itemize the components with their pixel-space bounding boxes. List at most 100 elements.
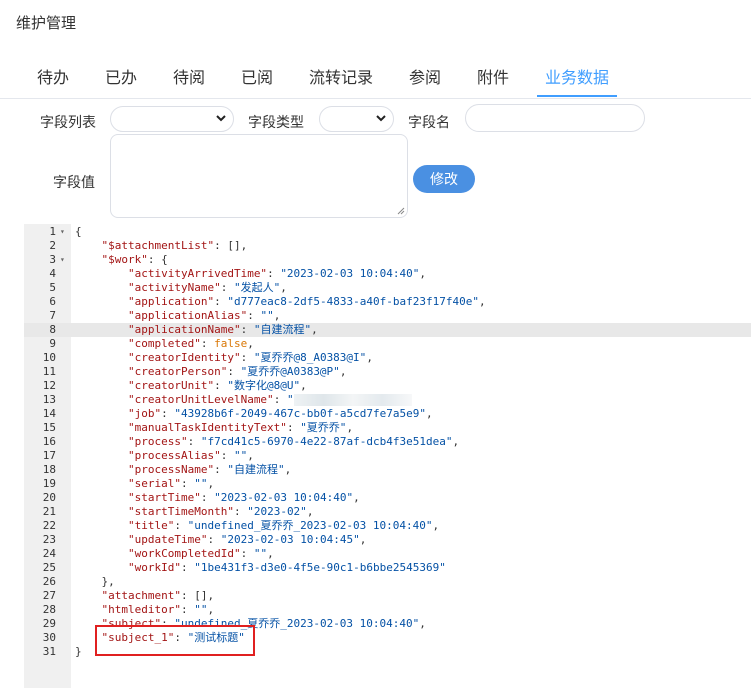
code-text: { bbox=[75, 225, 82, 239]
field-type-select[interactable] bbox=[319, 106, 394, 132]
code-line[interactable]: 21 "startTimeMonth": "2023-02", bbox=[24, 505, 751, 519]
tab-attachments[interactable]: 附件 bbox=[477, 64, 509, 88]
tab-to-read[interactable]: 待阅 bbox=[173, 64, 205, 88]
json-punctuation: , bbox=[346, 421, 354, 434]
json-punctuation: }, bbox=[75, 575, 115, 588]
json-string: "2023-02-03 10:04:40" bbox=[214, 491, 354, 504]
code-line[interactable]: 11 "creatorPerson": "夏乔乔@A0383@P", bbox=[24, 365, 751, 379]
code-line[interactable]: 5 "activityName": "发起人", bbox=[24, 281, 751, 295]
code-line[interactable]: 12 "creatorUnit": "数字化@8@U", bbox=[24, 379, 751, 393]
json-punctuation: , bbox=[339, 365, 347, 378]
line-number: 31 bbox=[42, 645, 56, 658]
code-line[interactable]: 15 "manualTaskIdentityText": "夏乔乔", bbox=[24, 421, 751, 435]
code-line[interactable]: 20 "startTime": "2023-02-03 10:04:40", bbox=[24, 491, 751, 505]
fold-toggle-icon[interactable]: ▾ bbox=[60, 225, 65, 239]
json-punctuation bbox=[75, 421, 128, 434]
json-punctuation bbox=[75, 323, 128, 336]
json-punctuation: , bbox=[479, 295, 486, 308]
json-punctuation: : bbox=[220, 449, 234, 462]
line-number: 30 bbox=[42, 631, 56, 644]
json-punctuation: : bbox=[227, 365, 241, 378]
json-punctuation bbox=[75, 449, 128, 462]
json-punctuation bbox=[75, 603, 102, 616]
json-punctuation bbox=[75, 561, 128, 574]
json-punctuation: : bbox=[200, 491, 215, 504]
code-line[interactable]: 3 ▾ "$work": { bbox=[24, 253, 751, 267]
modify-button[interactable]: 修改 bbox=[413, 165, 475, 193]
json-key: "workId" bbox=[127, 561, 181, 574]
json-string: "数字化@8@U" bbox=[227, 379, 301, 392]
tab-todo[interactable]: 待办 bbox=[37, 64, 69, 88]
code-text: "process": "f7cd41c5-6970-4e22-87af-dcb4… bbox=[75, 435, 459, 449]
json-key: "attachment" bbox=[101, 589, 181, 602]
code-line[interactable]: 1 ▾ { bbox=[24, 225, 751, 239]
code-text: "startTime": "2023-02-03 10:04:40", bbox=[75, 491, 360, 505]
code-line[interactable]: 9 "completed": false, bbox=[24, 337, 751, 351]
json-punctuation: : bbox=[187, 435, 201, 448]
code-line[interactable]: 24 "workCompletedId": "", bbox=[24, 547, 751, 561]
code-text: } bbox=[75, 645, 82, 659]
json-punctuation: , bbox=[273, 309, 281, 322]
field-list-label: 字段列表 bbox=[40, 114, 96, 130]
code-line[interactable]: 27 "attachment": [], bbox=[24, 589, 751, 603]
field-name-input[interactable] bbox=[465, 104, 645, 132]
json-editor[interactable]: 1 ▾{2 "$attachmentList": [], 3 ▾ "$work": {… bbox=[24, 224, 751, 688]
code-line[interactable]: 2 "$attachmentList": [], bbox=[24, 239, 751, 253]
field-value-textarea[interactable] bbox=[110, 134, 408, 218]
line-number: 17 bbox=[42, 449, 56, 462]
json-punctuation: : bbox=[267, 267, 281, 280]
tab-reference[interactable]: 参阅 bbox=[409, 64, 441, 88]
json-punctuation: : bbox=[214, 379, 228, 392]
code-text: "creatorUnit": "数字化@8@U", bbox=[75, 379, 307, 393]
code-line[interactable]: 8 "applicationName": "自建流程", bbox=[24, 323, 751, 337]
code-line[interactable]: 10 "creatorIdentity": "夏乔乔@8_A0383@I", bbox=[24, 351, 751, 365]
code-line[interactable]: 22 "title": "undefined_夏乔乔_2023-02-03 10… bbox=[24, 519, 751, 533]
json-punctuation: } bbox=[75, 645, 82, 658]
code-line[interactable]: 28 "htmleditor": "", bbox=[24, 603, 751, 617]
line-number: 28 bbox=[42, 603, 56, 616]
json-key: "applicationName" bbox=[127, 323, 241, 336]
json-string: "" bbox=[260, 309, 274, 322]
json-punctuation: , bbox=[300, 379, 307, 392]
line-number: 4 bbox=[49, 267, 56, 280]
json-punctuation: : bbox=[180, 561, 195, 574]
code-text: "creatorIdentity": "夏乔乔@8_A0383@I", bbox=[75, 351, 373, 365]
line-number: 13 bbox=[42, 393, 56, 406]
field-list-select[interactable] bbox=[110, 106, 234, 132]
json-string: " bbox=[286, 393, 294, 406]
line-number: 15 bbox=[42, 421, 56, 434]
json-punctuation: : bbox=[240, 547, 254, 560]
tab-read[interactable]: 已阅 bbox=[241, 64, 273, 88]
json-punctuation: : { bbox=[147, 253, 168, 266]
line-number: 20 bbox=[42, 491, 56, 504]
code-text: "updateTime": "2023-02-03 10:04:45", bbox=[75, 533, 366, 547]
json-punctuation: , bbox=[247, 337, 254, 350]
code-line[interactable]: 19 "serial": "", bbox=[24, 477, 751, 491]
tab-business-data[interactable]: 业务数据 bbox=[545, 64, 609, 88]
code-line[interactable]: 14 "job": "43928b6f-2049-467c-bb0f-a5cd7… bbox=[24, 407, 751, 421]
code-line[interactable]: 17 "processAlias": "", bbox=[24, 449, 751, 463]
code-line[interactable]: 16 "process": "f7cd41c5-6970-4e22-87af-d… bbox=[24, 435, 751, 449]
code-line[interactable]: 4 "activityArrivedTime": "2023-02-03 10:… bbox=[24, 267, 751, 281]
code-line[interactable]: 7 "applicationAlias": "", bbox=[24, 309, 751, 323]
line-number: 3 bbox=[49, 253, 56, 266]
tab-flow-records[interactable]: 流转记录 bbox=[309, 64, 373, 88]
code-line[interactable]: 26 }, bbox=[24, 575, 751, 589]
code-line[interactable]: 18 "processName": "自建流程", bbox=[24, 463, 751, 477]
resize-grip-icon[interactable] bbox=[397, 207, 405, 215]
json-key: "creatorUnit" bbox=[127, 379, 215, 392]
json-key: "applicationAlias" bbox=[127, 309, 248, 322]
tab-done[interactable]: 已办 bbox=[105, 64, 137, 88]
code-line[interactable]: 25 "workId": "1be431f3-d3e0-4f5e-90c1-b6… bbox=[24, 561, 751, 575]
json-punctuation: , bbox=[353, 491, 360, 504]
line-number: 2 bbox=[49, 239, 56, 252]
json-punctuation: : bbox=[207, 533, 221, 546]
fold-toggle-icon[interactable]: ▾ bbox=[60, 253, 65, 267]
field-name-label: 字段名 bbox=[408, 114, 450, 130]
code-line[interactable]: 6 "application": "d777eac8-2df5-4833-a40… bbox=[24, 295, 751, 309]
line-number: 5 bbox=[49, 281, 56, 294]
json-punctuation: : [], bbox=[214, 239, 248, 252]
code-line[interactable]: 23 "updateTime": "2023-02-03 10:04:45", bbox=[24, 533, 751, 547]
code-line[interactable]: 13 "creatorUnitLevelName": " bbox=[24, 393, 751, 407]
json-punctuation: : bbox=[247, 309, 261, 322]
